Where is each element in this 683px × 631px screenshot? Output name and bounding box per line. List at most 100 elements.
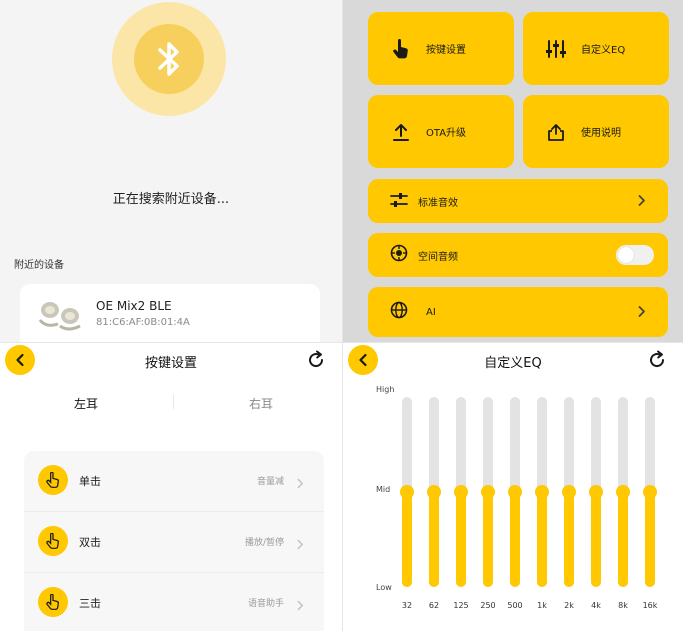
spatial-audio-icon: [390, 244, 408, 266]
earbuds-image: [36, 296, 84, 332]
eq-band-label: 1k: [537, 601, 547, 610]
chevron-right-icon: [638, 192, 646, 211]
row-label: 标准音效: [418, 197, 458, 209]
tile-label: 按键设置: [426, 45, 466, 56]
spatial-audio-toggle[interactable]: [616, 245, 654, 265]
eq-slider-knob[interactable]: [562, 485, 576, 499]
tab-left-ear[interactable]: 左耳: [74, 395, 98, 412]
eq-slider-knob[interactable]: [481, 485, 495, 499]
tile-key-settings[interactable]: 按键设置: [368, 12, 514, 85]
eq-slider-knob[interactable]: [400, 485, 414, 499]
tune-icon: [390, 192, 408, 211]
eq-band-label: 4k: [591, 601, 601, 610]
eq-slider-knob[interactable]: [508, 485, 522, 499]
tile-label: 自定义EQ: [581, 45, 626, 56]
chevron-right-icon: [638, 303, 646, 322]
eq-slider-16k[interactable]: [643, 397, 657, 587]
hand-pointer-icon: [38, 526, 68, 556]
eq-slider-knob[interactable]: [589, 485, 603, 499]
nearby-devices-label: 附近的设备: [14, 260, 64, 271]
key-row-triple-tap[interactable]: 三击 语音助手: [24, 573, 324, 631]
row-ai[interactable]: AI: [368, 287, 668, 337]
key-action-name: 三击: [79, 597, 101, 610]
row-spatial-audio: 空间音频: [368, 233, 668, 277]
tile-user-guide[interactable]: 使用说明: [523, 95, 669, 168]
level-label-high: High: [376, 385, 395, 394]
device-scan-panel: 正在搜索附近设备... 附近的设备 OE Mix2 BLE 81:C6:AF:0…: [0, 0, 342, 342]
key-actions-list: 单击 音量减 双击 播放/暂停 三击 语音助手: [24, 451, 324, 631]
eq-slider-2k[interactable]: [562, 397, 576, 587]
globe-icon: [390, 301, 408, 323]
eq-slider-knob[interactable]: [535, 485, 549, 499]
key-action-value: 语音助手: [247, 599, 284, 609]
eq-slider-4k[interactable]: [589, 397, 603, 587]
eq-slider-500[interactable]: [508, 397, 522, 587]
eq-slider-fill: [510, 496, 520, 587]
eq-slider-knob[interactable]: [643, 485, 657, 499]
eq-slider-fill: [537, 496, 547, 587]
eq-slider-fill: [402, 496, 412, 587]
eq-band-label: 62: [428, 601, 440, 610]
searching-status: 正在搜索附近设备...: [112, 192, 230, 207]
key-action-name: 单击: [79, 475, 101, 488]
refresh-icon[interactable]: [647, 350, 667, 370]
eq-slider-knob[interactable]: [454, 485, 468, 499]
key-action-name: 双击: [79, 536, 101, 549]
eq-slider-fill: [456, 496, 466, 587]
page-title: 按键设置: [144, 356, 197, 371]
eq-slider-fill: [564, 496, 574, 587]
device-mac-address: 81:C6:AF:0B:01:4A: [96, 317, 190, 328]
chevron-right-icon: [297, 596, 304, 615]
tile-custom-eq[interactable]: 自定义EQ: [523, 12, 669, 85]
upload-icon: [390, 121, 412, 143]
eq-slider-125[interactable]: [454, 397, 468, 587]
hand-pointer-icon: [38, 587, 68, 617]
hand-pointer-icon: [38, 465, 68, 495]
eq-slider-8k[interactable]: [616, 397, 630, 587]
eq-slider-62[interactable]: [427, 397, 441, 587]
eq-slider-1k[interactable]: [535, 397, 549, 587]
key-row-single-tap[interactable]: 单击 音量减: [24, 451, 324, 511]
row-standard-sound[interactable]: 标准音效: [368, 179, 668, 223]
tile-ota-upgrade[interactable]: OTA升级: [368, 95, 514, 168]
key-action-value: 播放/暂停: [244, 538, 284, 548]
eq-slider-fill: [645, 496, 655, 587]
sliders-icon: [545, 38, 567, 60]
bluetooth-icon: [134, 24, 204, 94]
chevron-right-icon: [297, 474, 304, 493]
chevron-right-icon: [297, 535, 304, 554]
eq-band-label: 2k: [564, 601, 574, 610]
eq-band-label: 8k: [618, 601, 628, 610]
eq-slider-knob[interactable]: [616, 485, 630, 499]
refresh-icon[interactable]: [306, 350, 326, 370]
eq-band-label: 16k: [642, 601, 658, 610]
eq-slider-knob[interactable]: [427, 485, 441, 499]
eq-slider-fill: [591, 496, 601, 587]
page-title: 自定义EQ: [484, 356, 542, 371]
toggle-knob: [618, 247, 634, 263]
tab-right-ear[interactable]: 右耳: [249, 395, 273, 412]
device-name: OE Mix2 BLE: [96, 299, 172, 313]
tile-label: OTA升级: [426, 128, 467, 139]
key-settings-panel: 按键设置 左耳 右耳 单击 音量减 双击 播放/暂停 三击 语音助手: [0, 343, 342, 631]
key-row-double-tap[interactable]: 双击 播放/暂停: [24, 512, 324, 572]
tile-label: 使用说明: [581, 128, 621, 139]
share-icon: [545, 121, 567, 143]
level-label-low: Low: [376, 583, 392, 592]
eq-slider-fill: [618, 496, 628, 587]
hand-pointer-icon: [390, 38, 412, 60]
row-label: 空间音频: [418, 251, 458, 263]
row-label: AI: [426, 306, 436, 318]
tab-separator: [173, 395, 174, 409]
custom-eq-panel: 自定义EQ High Mid Low 32 62 125 250 500 1k 2k 4k 8k…: [343, 343, 683, 631]
eq-band-label: 250: [480, 601, 496, 610]
eq-slider-250[interactable]: [481, 397, 495, 587]
eq-band-label: 32: [401, 601, 413, 610]
eq-slider-32[interactable]: [400, 397, 414, 587]
key-action-value: 音量减: [256, 477, 284, 487]
device-list-item[interactable]: OE Mix2 BLE 81:C6:AF:0B:01:4A: [20, 284, 320, 342]
level-label-mid: Mid: [376, 485, 391, 494]
eq-band-label: 125: [453, 601, 469, 610]
eq-band-label: 500: [507, 601, 523, 610]
eq-slider-fill: [483, 496, 493, 587]
